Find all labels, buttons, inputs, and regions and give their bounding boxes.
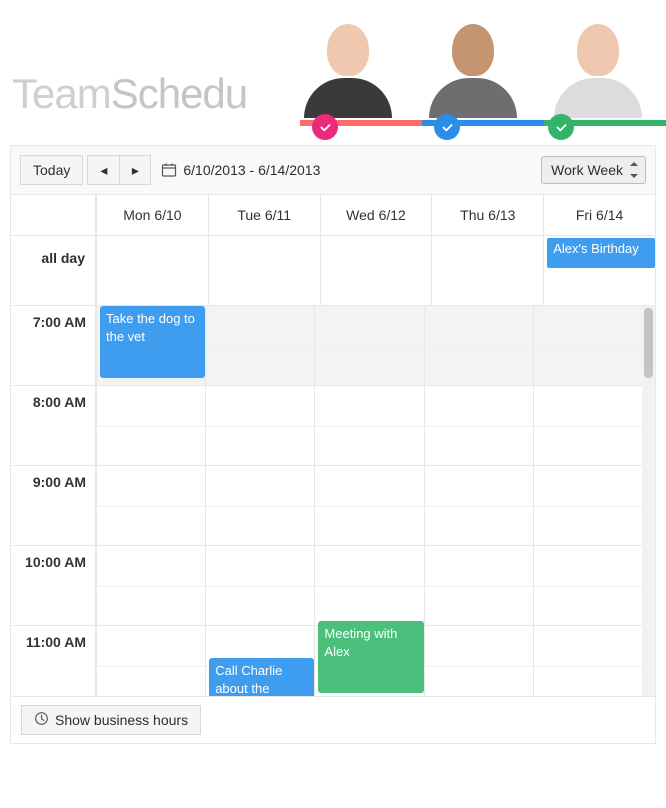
allday-event[interactable]: Alex's Birthday — [547, 238, 655, 268]
hour-label: 11:00 AM — [11, 626, 96, 696]
time-slot[interactable] — [96, 466, 205, 545]
hour-label: 9:00 AM — [11, 466, 96, 545]
hour-row: 8:00 AM — [11, 386, 642, 466]
calendar-event[interactable]: Take the dog to the vet — [100, 306, 205, 378]
date-range[interactable]: 6/10/2013 - 6/14/2013 — [161, 162, 320, 178]
brand-light: Team — [12, 70, 111, 117]
timed-area[interactable]: 7:00 AMTake the dog to the vet8:00 AM9:0… — [11, 306, 655, 696]
next-button[interactable]: ▸ — [119, 155, 151, 185]
allday-label: all day — [11, 236, 96, 305]
people-row — [285, 24, 660, 124]
time-slot[interactable] — [314, 466, 423, 545]
hour-row: 9:00 AM — [11, 466, 642, 546]
today-button[interactable]: Today — [20, 155, 83, 185]
hour-row: 7:00 AMTake the dog to the vet — [11, 306, 642, 386]
allday-row: all day Alex's Birthday — [11, 236, 655, 306]
chevron-left-icon: ◂ — [100, 162, 107, 179]
day-header[interactable]: Fri 6/14 — [543, 195, 655, 235]
time-slot[interactable] — [533, 546, 642, 625]
day-header[interactable]: Thu 6/13 — [431, 195, 543, 235]
chevron-right-icon: ▸ — [132, 162, 139, 179]
time-slot[interactable] — [533, 306, 642, 385]
time-slot[interactable] — [96, 546, 205, 625]
business-hours-label: Show business hours — [55, 712, 188, 728]
time-slot[interactable] — [205, 546, 314, 625]
prev-button[interactable]: ◂ — [87, 155, 119, 185]
person-avatar-1 — [285, 24, 410, 124]
column-headers: Mon 6/10 Tue 6/11 Wed 6/12 Thu 6/13 Fri … — [11, 195, 655, 236]
time-slot[interactable] — [424, 546, 533, 625]
time-slot[interactable] — [96, 626, 205, 696]
time-slot[interactable] — [424, 626, 533, 696]
time-slot[interactable] — [533, 466, 642, 545]
check-badge-pink[interactable] — [312, 114, 338, 140]
check-badge-blue[interactable] — [434, 114, 460, 140]
time-slot[interactable] — [533, 386, 642, 465]
grid: Mon 6/10 Tue 6/11 Wed 6/12 Thu 6/13 Fri … — [11, 195, 655, 696]
time-slot[interactable]: Take the dog to the vet — [96, 306, 205, 385]
day-header[interactable]: Tue 6/11 — [208, 195, 320, 235]
time-slot[interactable] — [424, 466, 533, 545]
calendar-icon — [161, 162, 177, 178]
time-slot[interactable] — [314, 386, 423, 465]
time-slot[interactable] — [314, 546, 423, 625]
calendar-event[interactable]: Meeting with Alex — [318, 621, 423, 693]
scrollbar-thumb[interactable] — [644, 308, 653, 378]
day-header[interactable]: Wed 6/12 — [320, 195, 432, 235]
time-slot[interactable] — [205, 386, 314, 465]
time-slot[interactable] — [533, 626, 642, 696]
allday-cell[interactable] — [320, 236, 432, 305]
time-slot[interactable] — [314, 306, 423, 385]
scheduler: Today ◂ ▸ 6/10/2013 - 6/14/2013 Work Wee… — [10, 145, 656, 744]
hour-label: 10:00 AM — [11, 546, 96, 625]
time-slot[interactable] — [424, 306, 533, 385]
allday-cell[interactable] — [431, 236, 543, 305]
view-picker-label: Work Week — [551, 162, 623, 178]
day-header[interactable]: Mon 6/10 — [96, 195, 208, 235]
gutter-header — [11, 195, 96, 235]
time-slot[interactable] — [96, 386, 205, 465]
hour-label: 8:00 AM — [11, 386, 96, 465]
date-range-text: 6/10/2013 - 6/14/2013 — [183, 162, 320, 178]
allday-cell[interactable] — [96, 236, 208, 305]
clock-icon — [34, 711, 49, 729]
time-slot[interactable] — [424, 386, 533, 465]
hour-row: 11:00 AM Call Charlie about theMeeting wi… — [11, 626, 642, 696]
allday-cell[interactable]: Alex's Birthday — [543, 236, 655, 305]
time-slot[interactable]: Call Charlie about the — [205, 626, 314, 696]
toolbar: Today ◂ ▸ 6/10/2013 - 6/14/2013 Work Wee… — [11, 146, 655, 195]
person-avatar-2 — [410, 24, 535, 124]
brand-bold: Schedu — [111, 70, 247, 117]
person-avatar-3 — [535, 24, 660, 124]
check-badge-green[interactable] — [548, 114, 574, 140]
brand: TeamSchedu — [12, 70, 247, 118]
business-hours-button[interactable]: Show business hours — [21, 705, 201, 735]
time-slot[interactable] — [205, 306, 314, 385]
view-picker[interactable]: Work Week — [541, 156, 646, 184]
time-slot[interactable]: Meeting with Alex — [314, 626, 423, 696]
hour-row: 10:00 AM — [11, 546, 642, 626]
scrollbar[interactable] — [642, 306, 655, 696]
footer: Show business hours — [11, 696, 655, 743]
time-slot[interactable] — [205, 466, 314, 545]
allday-cell[interactable] — [208, 236, 320, 305]
color-tracks — [300, 120, 666, 130]
calendar-event[interactable]: Call Charlie about the — [209, 658, 314, 696]
hour-label: 7:00 AM — [11, 306, 96, 385]
